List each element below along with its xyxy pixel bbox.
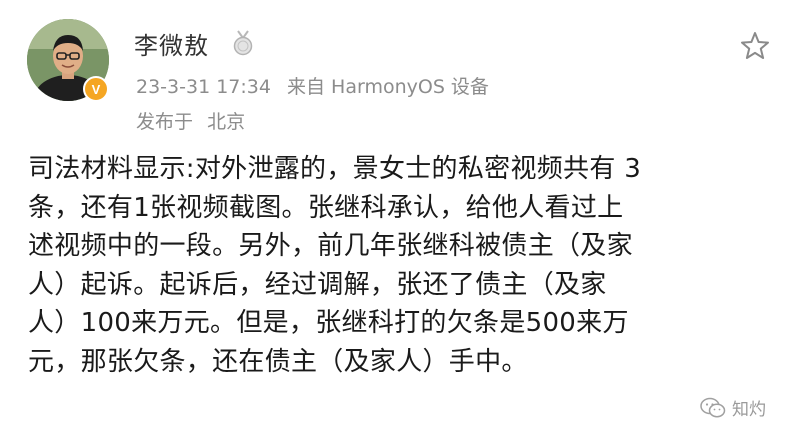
author-name[interactable]: 李微敖 bbox=[134, 26, 209, 61]
medal-icon bbox=[233, 30, 253, 56]
wechat-icon bbox=[700, 397, 726, 417]
star-icon[interactable] bbox=[739, 30, 771, 62]
verified-badge-label: V bbox=[91, 81, 101, 97]
watermark-text: 知灼 bbox=[732, 400, 766, 420]
verified-badge-icon: V bbox=[83, 76, 109, 102]
post-content-line: 条，还有1张视频截图。张继科承认，给他人看过上 bbox=[28, 192, 624, 223]
post-meta: 23-3-31 17:34 来自 HarmonyOS 设备 bbox=[136, 72, 499, 99]
post-content-line: 述视频中的一段。另外，前几年张继科被债主（及家 bbox=[28, 231, 633, 261]
post-content-line: 人）100来万元。但是，张继科打的欠条是500来万 bbox=[28, 308, 629, 338]
post-location: 发布于 北京 bbox=[136, 107, 253, 134]
post-content: 司法材料显示:对外泄露的，景女士的私密视频共有 3 条，还有1张视频截图。张继科… bbox=[28, 150, 778, 381]
location-label: 发布于 bbox=[136, 111, 194, 133]
watermark: 知灼 bbox=[700, 395, 766, 420]
post-content-line: 元，那张欠条，还在债主（及家人）手中。 bbox=[28, 346, 528, 377]
post-timestamp: 23-3-31 17:34 bbox=[136, 76, 271, 98]
post-content-line: 司法材料显示:对外泄露的，景女士的私密视频共有 3 bbox=[28, 154, 642, 184]
weibo-post-card: V 李微敖 23-3-31 17:34 来自 HarmonyOS 设备 发布于 … bbox=[0, 0, 800, 445]
post-source: 来自 HarmonyOS 设备 bbox=[287, 76, 489, 98]
post-content-line: 人）起诉。起诉后，经过调解，张还了债主（及家 bbox=[28, 269, 607, 300]
location-value: 北京 bbox=[207, 111, 246, 133]
